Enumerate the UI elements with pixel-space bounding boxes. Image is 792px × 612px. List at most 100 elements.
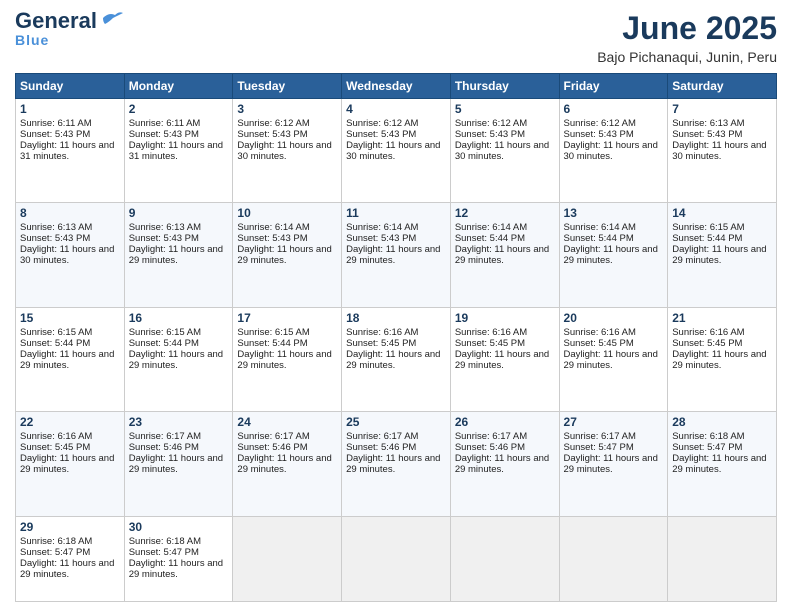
sunrise-label: Sunrise: 6:13 AM: [672, 118, 744, 129]
day-number: 27: [564, 415, 664, 429]
daylight-label: Daylight: 11 hours and 29 minutes.: [672, 453, 766, 475]
day-number: 17: [237, 311, 337, 325]
daylight-label: Daylight: 11 hours and 29 minutes.: [20, 453, 114, 475]
sunset-label: Sunset: 5:46 PM: [455, 442, 525, 453]
day-number: 4: [346, 102, 446, 116]
daylight-label: Daylight: 11 hours and 29 minutes.: [237, 453, 331, 475]
day-number: 23: [129, 415, 229, 429]
sunrise-label: Sunrise: 6:14 AM: [346, 222, 418, 233]
sunset-label: Sunset: 5:47 PM: [20, 547, 90, 558]
sunset-label: Sunset: 5:45 PM: [346, 338, 416, 349]
daylight-label: Daylight: 11 hours and 29 minutes.: [129, 558, 223, 580]
sunrise-label: Sunrise: 6:11 AM: [129, 118, 201, 129]
daylight-label: Daylight: 11 hours and 30 minutes.: [564, 140, 658, 162]
table-row: 30Sunrise: 6:18 AMSunset: 5:47 PMDayligh…: [124, 516, 233, 601]
sunset-label: Sunset: 5:44 PM: [455, 233, 525, 244]
day-number: 10: [237, 206, 337, 220]
calendar-week-row: 15Sunrise: 6:15 AMSunset: 5:44 PMDayligh…: [16, 307, 777, 411]
table-row: 15Sunrise: 6:15 AMSunset: 5:44 PMDayligh…: [16, 307, 125, 411]
sunset-label: Sunset: 5:47 PM: [564, 442, 634, 453]
table-row: 29Sunrise: 6:18 AMSunset: 5:47 PMDayligh…: [16, 516, 125, 601]
sunrise-label: Sunrise: 6:16 AM: [346, 327, 418, 338]
daylight-label: Daylight: 11 hours and 30 minutes.: [346, 140, 440, 162]
calendar-header-row: Sunday Monday Tuesday Wednesday Thursday…: [16, 74, 777, 99]
sunrise-label: Sunrise: 6:17 AM: [346, 431, 418, 442]
sunset-label: Sunset: 5:47 PM: [672, 442, 742, 453]
daylight-label: Daylight: 11 hours and 29 minutes.: [455, 453, 549, 475]
day-number: 25: [346, 415, 446, 429]
day-number: 7: [672, 102, 772, 116]
table-row: 17Sunrise: 6:15 AMSunset: 5:44 PMDayligh…: [233, 307, 342, 411]
day-number: 12: [455, 206, 555, 220]
day-number: 22: [20, 415, 120, 429]
sunset-label: Sunset: 5:43 PM: [672, 129, 742, 140]
daylight-label: Daylight: 11 hours and 30 minutes.: [455, 140, 549, 162]
sunrise-label: Sunrise: 6:13 AM: [129, 222, 201, 233]
daylight-label: Daylight: 11 hours and 29 minutes.: [455, 244, 549, 266]
table-row: 13Sunrise: 6:14 AMSunset: 5:44 PMDayligh…: [559, 203, 668, 307]
sunrise-label: Sunrise: 6:13 AM: [20, 222, 92, 233]
logo: General Blue: [15, 10, 123, 48]
title-area: June 2025 Bajo Pichanaqui, Junin, Peru: [597, 10, 777, 65]
day-number: 24: [237, 415, 337, 429]
day-number: 8: [20, 206, 120, 220]
table-row: 18Sunrise: 6:16 AMSunset: 5:45 PMDayligh…: [342, 307, 451, 411]
day-number: 28: [672, 415, 772, 429]
table-row: 2Sunrise: 6:11 AMSunset: 5:43 PMDaylight…: [124, 99, 233, 203]
table-row: 25Sunrise: 6:17 AMSunset: 5:46 PMDayligh…: [342, 412, 451, 516]
sunset-label: Sunset: 5:44 PM: [672, 233, 742, 244]
day-number: 11: [346, 206, 446, 220]
sunrise-label: Sunrise: 6:12 AM: [564, 118, 636, 129]
day-number: 29: [20, 520, 120, 534]
daylight-label: Daylight: 11 hours and 30 minutes.: [237, 140, 331, 162]
table-row: 7Sunrise: 6:13 AMSunset: 5:43 PMDaylight…: [668, 99, 777, 203]
sunset-label: Sunset: 5:46 PM: [346, 442, 416, 453]
table-row: 23Sunrise: 6:17 AMSunset: 5:46 PMDayligh…: [124, 412, 233, 516]
col-wednesday: Wednesday: [342, 74, 451, 99]
col-tuesday: Tuesday: [233, 74, 342, 99]
table-row: [559, 516, 668, 601]
sunset-label: Sunset: 5:44 PM: [20, 338, 90, 349]
daylight-label: Daylight: 11 hours and 29 minutes.: [564, 453, 658, 475]
sunrise-label: Sunrise: 6:17 AM: [564, 431, 636, 442]
logo-blue: Blue: [15, 32, 49, 48]
sunrise-label: Sunrise: 6:14 AM: [455, 222, 527, 233]
table-row: [233, 516, 342, 601]
table-row: [668, 516, 777, 601]
sunset-label: Sunset: 5:45 PM: [455, 338, 525, 349]
sunset-label: Sunset: 5:44 PM: [129, 338, 199, 349]
page: General Blue June 2025 Bajo Pichanaqui, …: [0, 0, 792, 612]
table-row: 8Sunrise: 6:13 AMSunset: 5:43 PMDaylight…: [16, 203, 125, 307]
sunrise-label: Sunrise: 6:18 AM: [20, 536, 92, 547]
sunset-label: Sunset: 5:44 PM: [237, 338, 307, 349]
day-number: 2: [129, 102, 229, 116]
sunset-label: Sunset: 5:43 PM: [20, 129, 90, 140]
table-row: 11Sunrise: 6:14 AMSunset: 5:43 PMDayligh…: [342, 203, 451, 307]
daylight-label: Daylight: 11 hours and 29 minutes.: [672, 349, 766, 371]
sunset-label: Sunset: 5:44 PM: [564, 233, 634, 244]
sunrise-label: Sunrise: 6:15 AM: [20, 327, 92, 338]
table-row: 22Sunrise: 6:16 AMSunset: 5:45 PMDayligh…: [16, 412, 125, 516]
daylight-label: Daylight: 11 hours and 29 minutes.: [129, 244, 223, 266]
sunrise-label: Sunrise: 6:15 AM: [672, 222, 744, 233]
day-number: 1: [20, 102, 120, 116]
month-title: June 2025: [597, 10, 777, 47]
table-row: [342, 516, 451, 601]
table-row: 6Sunrise: 6:12 AMSunset: 5:43 PMDaylight…: [559, 99, 668, 203]
header: General Blue June 2025 Bajo Pichanaqui, …: [15, 10, 777, 65]
daylight-label: Daylight: 11 hours and 29 minutes.: [129, 349, 223, 371]
location: Bajo Pichanaqui, Junin, Peru: [597, 49, 777, 65]
table-row: 10Sunrise: 6:14 AMSunset: 5:43 PMDayligh…: [233, 203, 342, 307]
table-row: 28Sunrise: 6:18 AMSunset: 5:47 PMDayligh…: [668, 412, 777, 516]
sunrise-label: Sunrise: 6:12 AM: [346, 118, 418, 129]
sunset-label: Sunset: 5:43 PM: [20, 233, 90, 244]
sunrise-label: Sunrise: 6:17 AM: [237, 431, 309, 442]
sunset-label: Sunset: 5:46 PM: [237, 442, 307, 453]
table-row: 1Sunrise: 6:11 AMSunset: 5:43 PMDaylight…: [16, 99, 125, 203]
table-row: [450, 516, 559, 601]
sunset-label: Sunset: 5:43 PM: [346, 233, 416, 244]
table-row: 27 Sunrise: 6:17 AMSunset: 5:47 PMDayligh…: [559, 412, 668, 516]
daylight-label: Daylight: 11 hours and 31 minutes.: [129, 140, 223, 162]
sunrise-label: Sunrise: 6:14 AM: [237, 222, 309, 233]
table-row: 4Sunrise: 6:12 AMSunset: 5:43 PMDaylight…: [342, 99, 451, 203]
